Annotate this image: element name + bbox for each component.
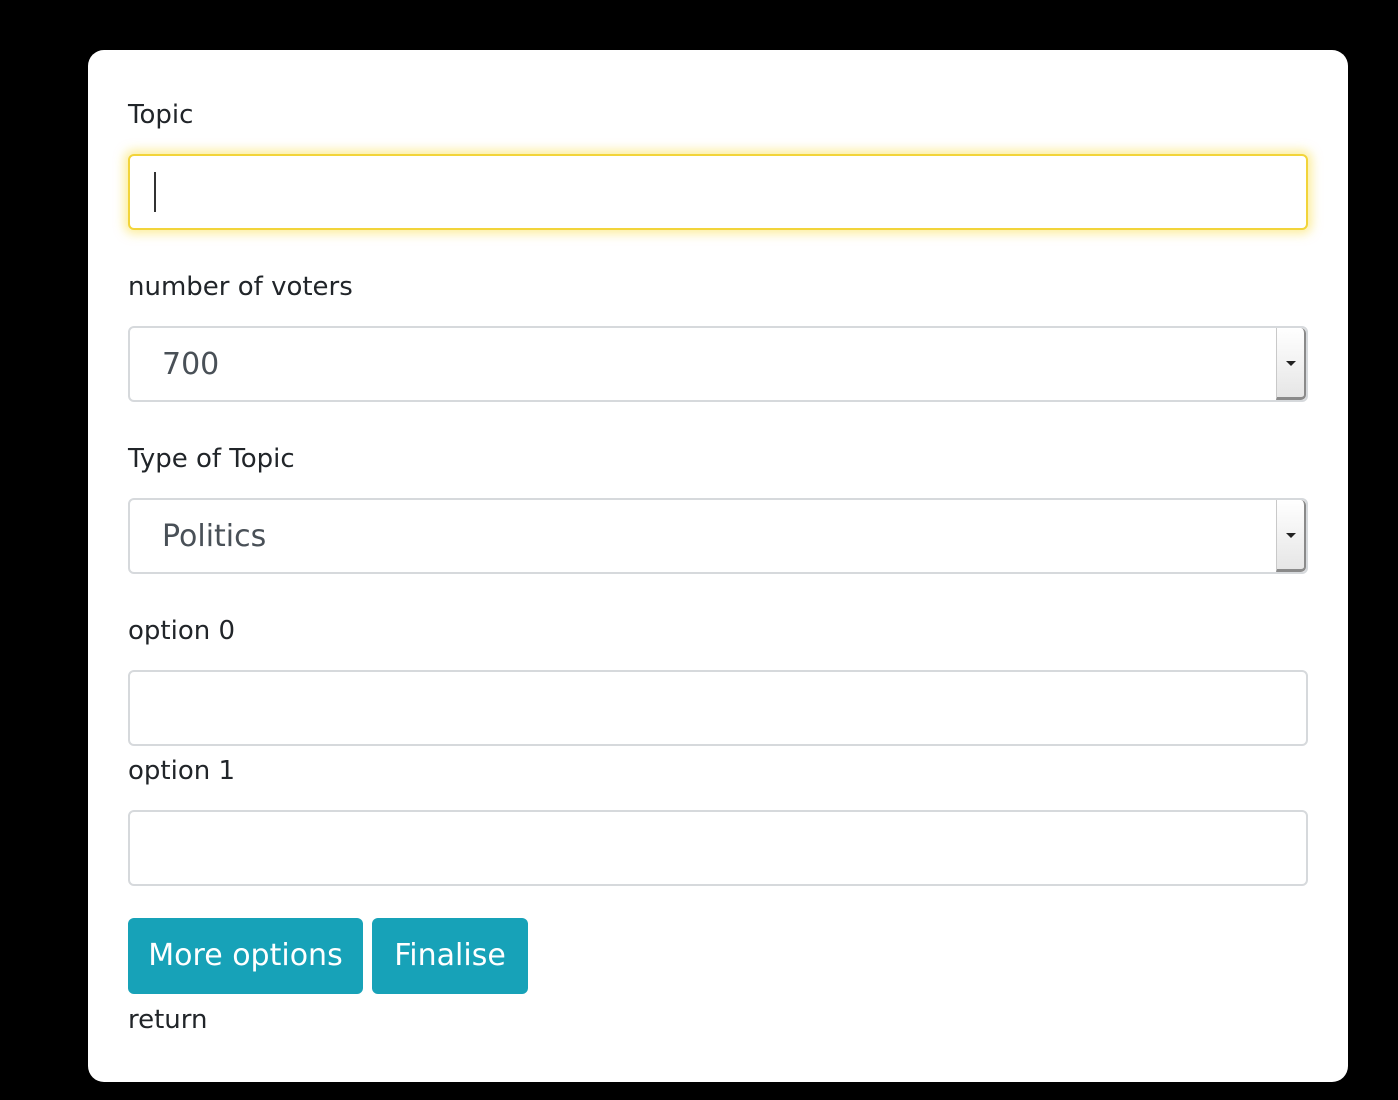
- return-link[interactable]: return: [128, 1005, 208, 1035]
- more-options-button[interactable]: More options: [128, 918, 363, 994]
- voters-selected-value: 700: [162, 347, 220, 382]
- topic-type-label: Type of Topic: [128, 444, 295, 474]
- chevron-down-icon: [1286, 533, 1296, 538]
- option-0-label: option 0: [128, 616, 236, 646]
- topic-label: Topic: [128, 100, 194, 130]
- voters-select[interactable]: 700: [128, 326, 1308, 402]
- topic-input[interactable]: [128, 154, 1308, 230]
- option-1-label: option 1: [128, 756, 236, 786]
- voters-label: number of voters: [128, 272, 353, 302]
- topic-type-selected-value: Politics: [162, 519, 267, 554]
- chevron-down-icon: [1286, 361, 1296, 366]
- topic-type-select[interactable]: Politics: [128, 498, 1308, 574]
- option-1-input[interactable]: [128, 810, 1308, 886]
- finalise-button[interactable]: Finalise: [372, 918, 528, 994]
- topic-type-dropdown-button[interactable]: [1276, 500, 1306, 572]
- text-caret: [154, 172, 156, 212]
- form-card: Topic number of voters 700 Type of Topic…: [88, 50, 1348, 1082]
- voters-dropdown-button[interactable]: [1276, 328, 1306, 400]
- option-0-input[interactable]: [128, 670, 1308, 746]
